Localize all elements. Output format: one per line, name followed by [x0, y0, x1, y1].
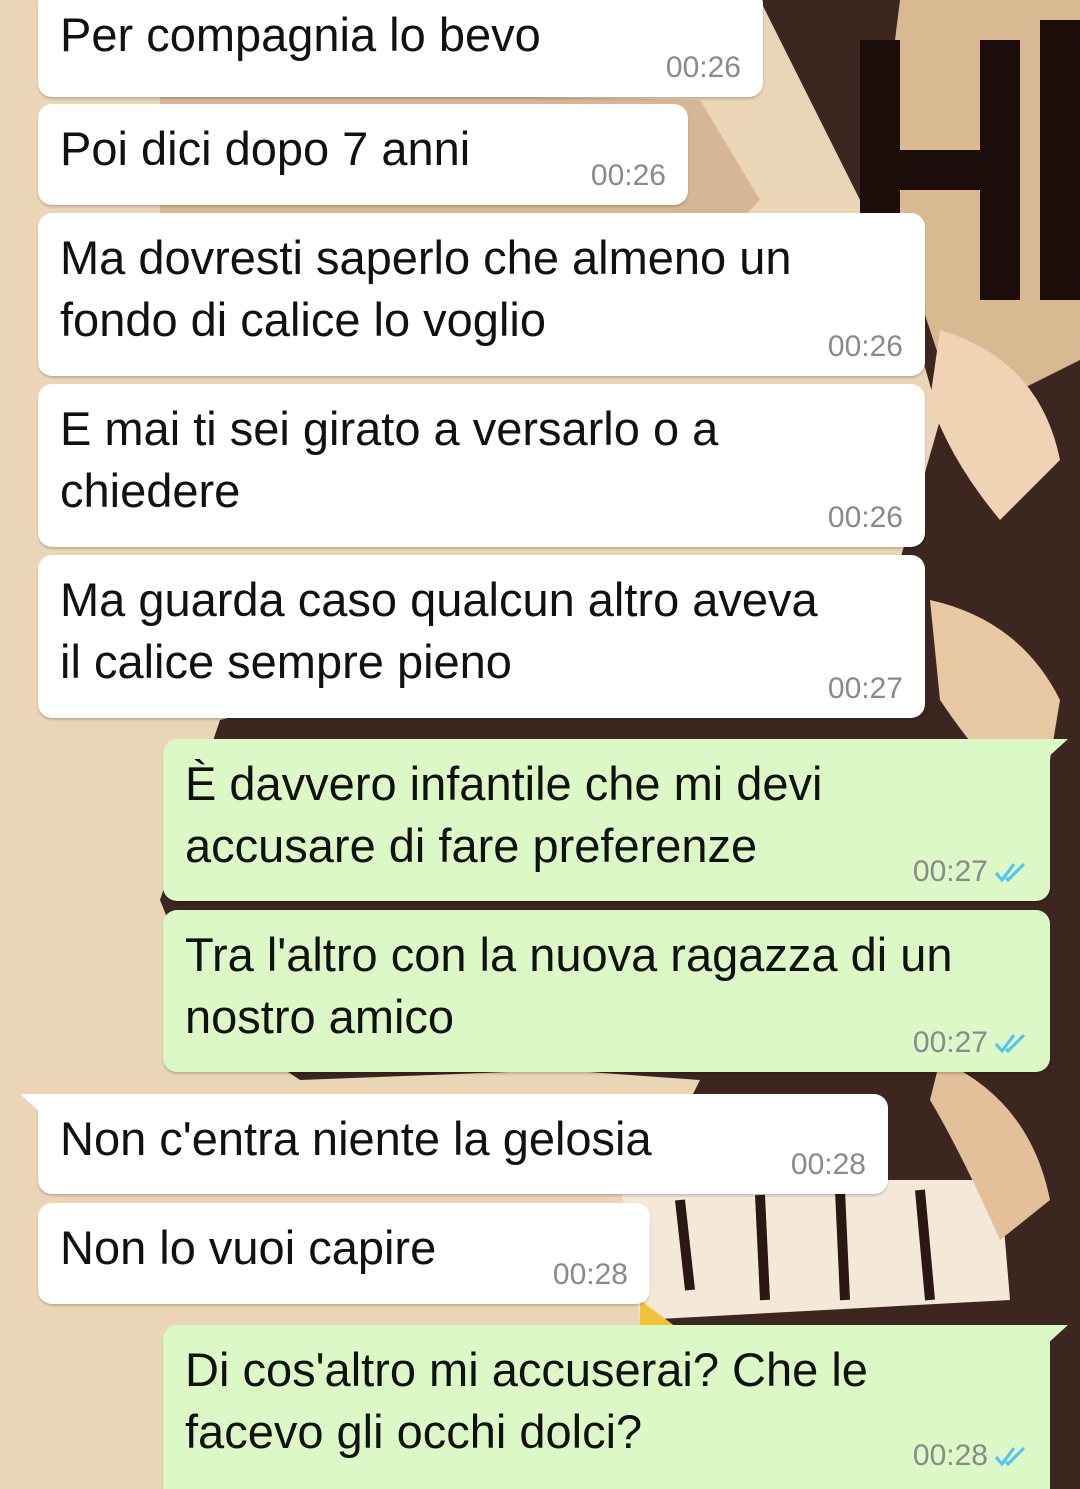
message-time: 00:28 [552, 1258, 628, 1291]
outgoing-message[interactable]: Tra l'altro con la nuova ragazza di un n… [163, 910, 1050, 1072]
incoming-message[interactable]: Per compagnia lo bevo 00:26 [38, 0, 763, 97]
message-text: Ma dovresti saperlo che almeno un fondo … [60, 231, 792, 346]
message-meta: 00:27 [913, 1026, 1028, 1060]
bubble-tail [1046, 1325, 1068, 1345]
outgoing-message[interactable]: È davvero infantile che mi devi accusare… [163, 739, 1068, 901]
message-text: Per compagnia lo bevo [60, 8, 541, 61]
message-text: E mai ti sei girato a versarlo o a chied… [60, 402, 719, 517]
incoming-message[interactable]: Non c'entra niente la gelosia 00:28 [20, 1094, 888, 1194]
message-meta: 00:27 [913, 855, 1028, 889]
bubble-tail [20, 1094, 42, 1114]
message-time: 00:28 [912, 1439, 988, 1472]
outgoing-message[interactable]: Di cos'altro mi accuserai? Che le facevo… [163, 1325, 1068, 1489]
message-time: 00:26 [827, 501, 903, 534]
message-time: 00:26 [827, 330, 903, 363]
double-check-read-icon [994, 1033, 1026, 1054]
message-time: 00:27 [912, 1026, 988, 1059]
message-time: 00:26 [665, 51, 741, 84]
incoming-message[interactable]: Ma dovresti saperlo che almeno un fondo … [38, 213, 925, 376]
incoming-message[interactable]: Non lo vuoi capire 00:28 [38, 1203, 650, 1304]
message-text: Non c'entra niente la gelosia [60, 1112, 652, 1165]
incoming-message[interactable]: Ma guarda caso qualcun altro aveva il ca… [38, 555, 925, 718]
conversation-view[interactable]: Per compagnia lo bevo 00:26 Poi dici dop… [0, 0, 1080, 1489]
message-time: 00:27 [827, 672, 903, 705]
incoming-message[interactable]: E mai ti sei girato a versarlo o a chied… [38, 384, 925, 547]
incoming-message[interactable]: Poi dici dopo 7 anni 00:26 [38, 104, 688, 205]
message-time: 00:27 [912, 855, 988, 888]
message-time: 00:26 [590, 159, 666, 192]
double-check-read-icon [994, 1446, 1026, 1467]
message-meta: 00:28 [913, 1439, 1028, 1473]
message-meta: 00:26 [666, 51, 741, 85]
message-meta: 00:26 [828, 501, 903, 535]
message-meta: 00:28 [553, 1258, 628, 1292]
bubble-tail [1046, 739, 1068, 759]
message-meta: 00:28 [791, 1148, 866, 1182]
message-text: Ma guarda caso qualcun altro aveva il ca… [60, 573, 818, 688]
message-meta: 00:27 [828, 672, 903, 706]
message-meta: 00:26 [828, 330, 903, 364]
double-check-read-icon [994, 862, 1026, 883]
message-time: 00:28 [790, 1148, 866, 1181]
message-meta: 00:26 [591, 159, 666, 193]
